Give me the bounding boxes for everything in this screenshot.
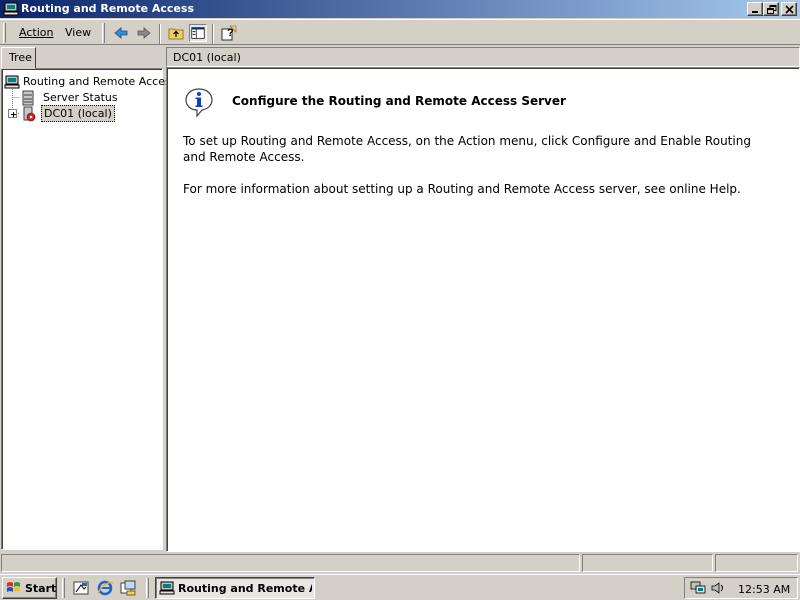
result-pane-title: DC01 (local) xyxy=(173,51,241,64)
up-folder-icon[interactable] xyxy=(167,24,185,42)
toolbar-separator xyxy=(212,24,214,44)
taskbar: Start Routing and Remote A... xyxy=(0,574,800,600)
page-heading: Configure the Routing and Remote Access … xyxy=(232,94,566,108)
menu-toolbar: Action View ? xyxy=(0,19,800,45)
tab-tree[interactable]: Tree xyxy=(1,47,36,69)
volume-icon[interactable] xyxy=(710,580,726,596)
close-icon xyxy=(785,5,794,14)
minimize-button[interactable] xyxy=(747,2,763,16)
menu-action[interactable]: Action xyxy=(19,26,53,39)
system-tray: 12:53 AM xyxy=(684,577,798,599)
close-button[interactable] xyxy=(781,2,797,16)
result-pane-header: DC01 (local) xyxy=(166,47,800,67)
internet-explorer-icon[interactable] xyxy=(96,579,114,597)
toolbar-grip[interactable] xyxy=(102,23,105,43)
forward-arrow-icon[interactable] xyxy=(135,24,153,42)
rras-icon xyxy=(4,75,20,89)
instructions-text: To set up Routing and Remote Access, on … xyxy=(183,134,751,164)
minimize-icon xyxy=(752,11,758,13)
status-bar-section xyxy=(582,554,713,572)
menu-view-label: View xyxy=(65,26,92,39)
network-icon[interactable] xyxy=(690,580,706,596)
taskbar-grip xyxy=(146,578,149,598)
help-icon[interactable]: ? xyxy=(220,24,238,42)
tree-pane[interactable]: Routing and Remote Access Server Status … xyxy=(1,68,176,550)
status-bar-section xyxy=(715,554,798,572)
rras-icon xyxy=(3,2,19,16)
toolbar-separator xyxy=(159,24,161,44)
taskbar-grip xyxy=(62,578,65,598)
title-bar[interactable]: Routing and Remote Access xyxy=(0,0,800,18)
windows-logo-icon xyxy=(7,582,20,592)
taskbar-window-label: Routing and Remote A... xyxy=(178,582,312,595)
tab-tree-label: Tree xyxy=(9,51,32,64)
restore-icon xyxy=(767,5,777,14)
show-hide-tree-icon[interactable] xyxy=(189,24,207,42)
taskbar-window-button[interactable]: Routing and Remote A... xyxy=(155,577,315,599)
show-desktop-icon[interactable] xyxy=(72,579,90,597)
clock[interactable]: 12:53 AM xyxy=(738,583,790,596)
back-arrow-icon[interactable] xyxy=(112,24,130,42)
menu-action-label: Action xyxy=(19,26,54,39)
status-bar-main xyxy=(1,554,580,572)
plus-icon xyxy=(11,112,16,117)
server-status-icon xyxy=(22,90,34,106)
window-title: Routing and Remote Access xyxy=(21,2,194,15)
tree-item-label: DC01 (local) xyxy=(41,105,115,122)
menu-view[interactable]: View xyxy=(65,26,91,39)
help-text: For more information about setting up a … xyxy=(183,182,741,196)
tree-item-label: Routing and Remote Access xyxy=(23,75,177,88)
explorer-icon[interactable] xyxy=(119,579,137,597)
start-label: Start xyxy=(25,582,57,595)
server-stopped-icon xyxy=(23,106,36,122)
expand-toggle[interactable] xyxy=(8,109,17,118)
start-button[interactable]: Start xyxy=(2,577,57,599)
menu-grip[interactable] xyxy=(3,23,6,43)
restore-button[interactable] xyxy=(763,2,779,16)
result-pane[interactable]: Configure the Routing and Remote Access … xyxy=(166,67,800,552)
rras-icon xyxy=(159,581,175,595)
info-icon xyxy=(185,88,213,118)
tree-item-label: Server Status xyxy=(43,91,118,104)
